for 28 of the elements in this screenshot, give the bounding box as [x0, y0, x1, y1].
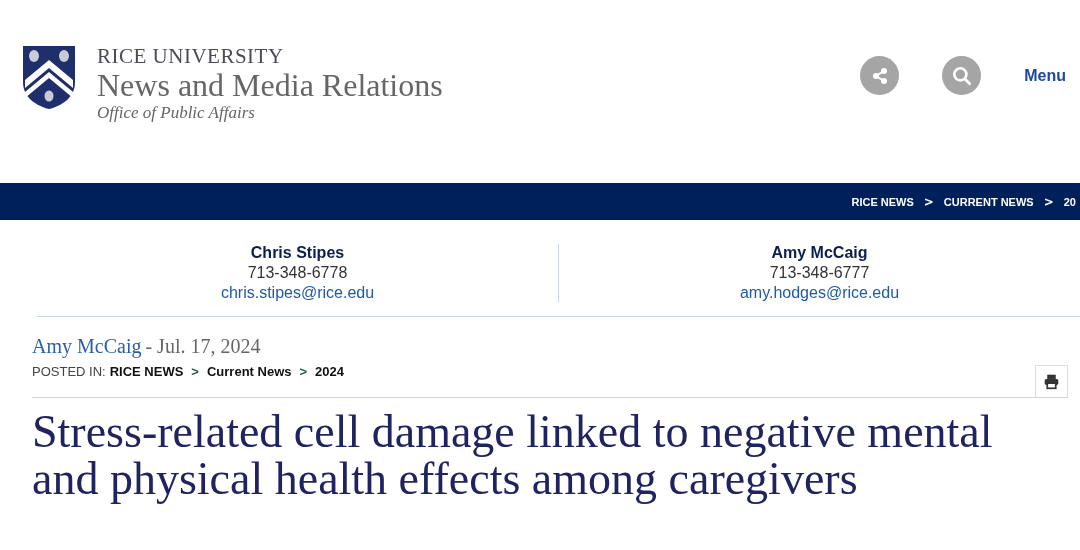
shield-logo-icon[interactable] — [21, 44, 77, 110]
contact-email-link[interactable]: chris.stipes@rice.edu — [220, 284, 375, 302]
printer-icon — [1043, 373, 1060, 390]
menu-button[interactable]: Menu — [1004, 66, 1080, 85]
category-link[interactable]: Current News — [206, 364, 292, 379]
breadcrumb-separator: > — [1043, 194, 1054, 209]
breadcrumb-link[interactable]: RICE NEWS — [851, 195, 914, 208]
category-separator: > — [299, 364, 308, 379]
post-date: - Jul. 17, 2024 — [145, 335, 261, 357]
category-link[interactable]: 2024 — [315, 364, 344, 379]
print-button[interactable] — [1035, 365, 1068, 397]
contact-phone: 713-348-6778 — [247, 264, 348, 282]
site-title[interactable]: News and Media Relations — [97, 68, 443, 102]
breadcrumb-link[interactable]: CURRENT NEWS — [943, 195, 1034, 208]
breadcrumb-separator: > — [923, 194, 934, 209]
author-link[interactable]: Amy McCaig — [32, 335, 142, 357]
contact-name: Amy McCaig — [771, 244, 868, 262]
posted-in-label: POSTED IN: — [32, 364, 106, 379]
search-icon — [950, 64, 973, 87]
breadcrumb-link[interactable]: 20 — [1063, 195, 1076, 208]
university-name: RICE UNIVERSITY — [97, 44, 285, 68]
category-link[interactable]: RICE NEWS — [109, 364, 184, 379]
category-separator: > — [191, 364, 199, 379]
contact-phone: 713-348-6777 — [769, 264, 870, 282]
contact-email-link[interactable]: amy.hodges@rice.edu — [739, 284, 900, 302]
contact-name: Chris Stipes — [250, 244, 345, 262]
office-name: Office of Public Affairs — [97, 102, 256, 124]
article-headline: Stress-related cell damage linked to negative mental and physical health effects among caregivers — [32, 408, 994, 502]
